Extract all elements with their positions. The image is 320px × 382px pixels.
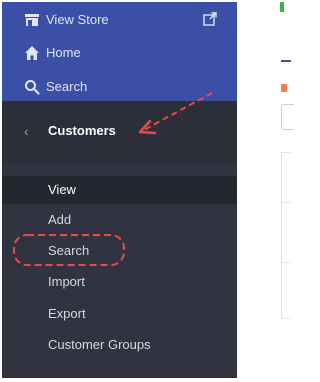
search-link[interactable]: Search	[2, 74, 237, 100]
submenu-item-label: Customer Groups	[48, 337, 151, 352]
table-divider	[281, 202, 291, 203]
status-indicator	[280, 2, 284, 12]
home-icon	[25, 46, 39, 60]
store-icon	[25, 14, 39, 26]
submenu-item-label: Export	[48, 306, 86, 321]
submenu-item-view[interactable]: View	[2, 176, 237, 204]
view-store-link[interactable]: View Store	[2, 7, 237, 33]
top-nav: View Store Home Search	[2, 2, 237, 101]
external-link-icon[interactable]	[203, 12, 217, 26]
search-icon	[25, 80, 40, 95]
chevron-left-icon[interactable]: ‹	[24, 123, 29, 139]
input-box[interactable]	[281, 104, 294, 130]
badge	[281, 84, 287, 92]
table-divider	[281, 262, 291, 263]
table-border	[281, 152, 282, 318]
main-content	[237, 0, 294, 382]
table-divider	[281, 318, 291, 319]
sidebar: View Store Home Search ‹ Customers View	[2, 2, 237, 378]
submenu-item-export[interactable]: Export	[2, 300, 237, 328]
submenu-item-label: View	[48, 182, 76, 197]
customers-header[interactable]: ‹ Customers	[2, 101, 237, 163]
home-label: Home	[46, 45, 81, 60]
submenu-item-import[interactable]: Import	[2, 268, 237, 296]
tab-underline	[281, 60, 291, 62]
submenu-item-add[interactable]: Add	[2, 206, 237, 234]
submenu-item-label: Search	[48, 243, 90, 258]
submenu-item-label: Add	[48, 212, 72, 227]
submenu-item-search[interactable]: Search	[2, 237, 237, 265]
view-store-label: View Store	[46, 12, 109, 27]
table-divider	[281, 152, 291, 153]
search-label: Search	[46, 79, 88, 94]
submenu-item-customer-groups[interactable]: Customer Groups	[2, 331, 237, 359]
customers-title: Customers	[48, 123, 116, 138]
submenu-item-label: Import	[48, 274, 85, 289]
home-link[interactable]: Home	[2, 40, 237, 66]
